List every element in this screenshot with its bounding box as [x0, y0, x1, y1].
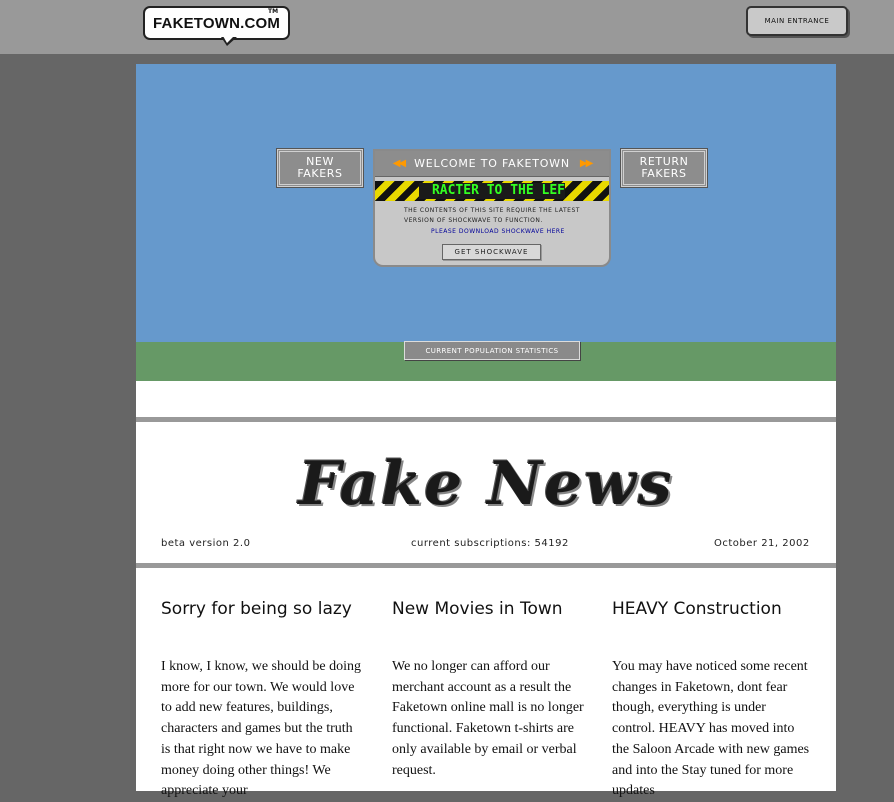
welcome-label: WELCOME TO FAKETOWN: [414, 157, 570, 170]
newsletter-title: Fake News: [298, 449, 674, 519]
article-title: HEAVY Construction: [612, 599, 782, 619]
main-entrance-button[interactable]: MAIN ENTRANCE: [746, 6, 848, 36]
trademark-mark: TM: [268, 8, 279, 15]
article-title: New Movies in Town: [392, 599, 563, 619]
shockwave-download-link[interactable]: PLEASE DOWNLOAD SHOCKWAVE HERE: [431, 228, 565, 235]
led-ticker: RACTER TO THE LEF: [419, 183, 565, 199]
article: Sorry for being so lazy I know, I know, …: [161, 599, 361, 798]
newsletter-date: October 21, 2002: [714, 538, 810, 549]
top-bar: FAKETOWN.COM TM MAIN ENTRANCE: [0, 0, 894, 54]
beta-version: beta version 2.0: [161, 538, 251, 549]
article: New Movies in Town We no longer can affo…: [392, 599, 592, 778]
get-shockwave-button[interactable]: GET SHOCKWAVE: [442, 244, 541, 260]
divider: [136, 563, 836, 568]
welcome-header: ◀◀ WELCOME TO FAKETOWN ▶▶: [375, 151, 609, 177]
forward-arrow-icon[interactable]: ▶▶: [580, 158, 593, 169]
plugin-notice-line2: VERSION OF SHOCKWAVE TO FUNCTION.: [404, 217, 543, 224]
newsletter-masthead: Fake News: [136, 449, 836, 529]
article-body: You may have noticed some recent changes…: [612, 659, 810, 799]
welcome-panel: ◀◀ WELCOME TO FAKETOWN ▶▶ RACTER TO THE …: [373, 149, 611, 267]
article-body: I know, I know, we should be doing more …: [161, 659, 361, 799]
article-title: Sorry for being so lazy: [161, 599, 352, 619]
hazard-stripe-bar: RACTER TO THE LEF: [375, 181, 609, 201]
population-statistics-button[interactable]: CURRENT POPULATION STATISTICS: [404, 341, 580, 360]
plugin-notice-line1: THE CONTENTS OF THIS SITE REQUIRE THE LA…: [404, 207, 580, 214]
divider: [136, 417, 836, 422]
new-fakers-button[interactable]: NEW FAKERS: [276, 148, 364, 188]
article-body: We no longer can afford our merchant acc…: [392, 659, 584, 778]
main-content: NEW FAKERS ◀◀ WELCOME TO FAKETOWN ▶▶ RAC…: [136, 64, 836, 798]
logo-text: FAKETOWN.COM: [153, 14, 281, 32]
rewind-arrow-icon[interactable]: ◀◀: [393, 158, 406, 169]
hero-sky: NEW FAKERS ◀◀ WELCOME TO FAKETOWN ▶▶ RAC…: [136, 64, 836, 342]
article: HEAVY Construction You may have noticed …: [612, 599, 812, 798]
subscription-count: current subscriptions: 54192: [411, 538, 569, 549]
return-fakers-button[interactable]: RETURN FAKERS: [620, 148, 708, 188]
